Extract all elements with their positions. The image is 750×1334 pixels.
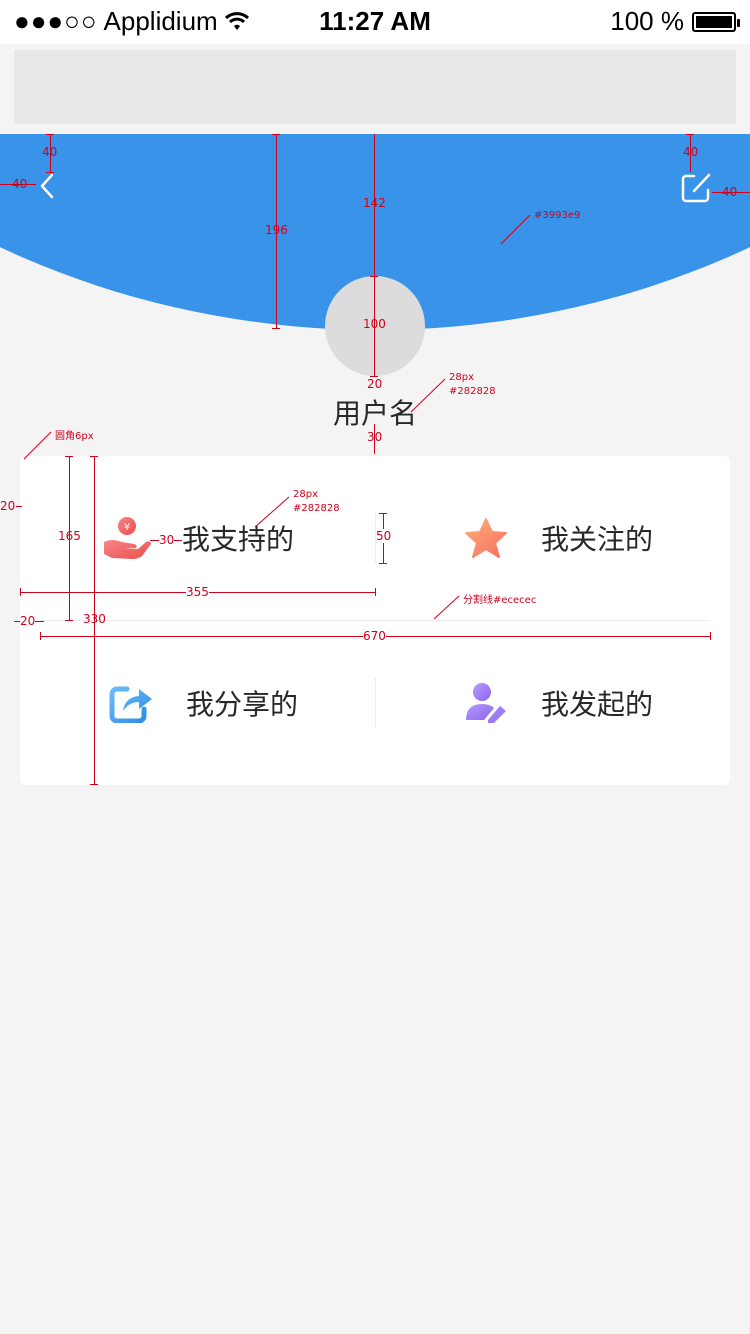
- annotation-label: 40: [12, 177, 28, 191]
- annotation-tick: [379, 513, 387, 514]
- annotation-label: 分割线#ececec: [463, 595, 537, 606]
- status-bar: ●●●○○ Applidium 11:27 AM 100 %: [0, 0, 750, 44]
- back-arrow-icon[interactable]: [36, 172, 60, 200]
- menu-item-label: 我分享的: [186, 688, 299, 721]
- annotation-arrow: [433, 595, 460, 620]
- support-coin-hand-icon: ¥: [102, 513, 152, 563]
- annotation-label: 圆角6px: [55, 431, 94, 442]
- annotation-tick: [65, 620, 73, 621]
- menu-item-initiated[interactable]: 我发起的: [375, 621, 730, 785]
- annotation-label: 100: [363, 317, 386, 331]
- annotation-label: 28px: [449, 372, 474, 383]
- annotation-tick: [90, 456, 98, 457]
- share-icon: [106, 678, 156, 728]
- annotation-label: 330: [83, 612, 106, 626]
- annotation-tick: [710, 632, 711, 640]
- annotation-label: #282828: [293, 503, 340, 514]
- username: 用户名: [332, 397, 417, 430]
- annotation-tick: [272, 134, 280, 135]
- star-icon: [461, 513, 511, 563]
- user-edit-icon: [461, 678, 511, 728]
- annotation-tick: [90, 784, 98, 785]
- annotation-label: #3993e9: [534, 210, 581, 221]
- annotation-label: 40: [683, 145, 699, 159]
- annotation-arrow: [500, 214, 531, 245]
- status-right: 100 %: [610, 6, 740, 37]
- annotation-line: [16, 506, 22, 507]
- annotation-label: #282828: [449, 386, 496, 397]
- annotation-label: 196: [265, 223, 288, 237]
- annotation-label: 40: [42, 145, 58, 159]
- annotation-label: 50: [376, 529, 392, 543]
- browser-address-bar[interactable]: [14, 50, 736, 124]
- annotation-tick: [686, 134, 694, 135]
- annotation-label: 20: [367, 377, 383, 391]
- annotation-tick: [46, 134, 54, 135]
- annotation-label: 30: [159, 533, 175, 547]
- annotation-arrow: [23, 431, 52, 460]
- menu-item-label: 我关注的: [541, 523, 654, 556]
- annotation-label: 40: [722, 185, 738, 199]
- svg-text:¥: ¥: [124, 522, 130, 533]
- annotation-tick: [65, 456, 73, 457]
- annotation-tick: [375, 588, 376, 596]
- annotation-label: 20: [20, 614, 36, 628]
- annotation-tick: [20, 588, 21, 596]
- annotation-label: 142: [363, 196, 386, 210]
- annotation-tick: [40, 632, 41, 640]
- annotation-arrow: [254, 496, 290, 528]
- annotation-label: 165: [58, 529, 81, 543]
- battery-percentage: 100 %: [610, 6, 684, 36]
- annotation-label: 30: [367, 430, 383, 444]
- annotation-tick: [46, 172, 54, 173]
- annotation-label: 355: [186, 585, 209, 599]
- menu-item-followed[interactable]: 我关注的: [375, 456, 730, 620]
- annotation-label: 670: [363, 629, 386, 643]
- menu-card: ¥ 我支持的 我关注的 我分享的 我发起的: [20, 456, 730, 785]
- battery-icon: [692, 11, 740, 32]
- annotation-label: 20: [0, 499, 16, 513]
- menu-item-label: 我发起的: [541, 688, 654, 721]
- annotation-tick: [379, 563, 387, 564]
- annotation-label: 28px: [293, 489, 318, 500]
- edit-icon[interactable]: [680, 172, 712, 204]
- annotation-arrow: [410, 378, 446, 413]
- menu-item-shared[interactable]: 我分享的: [20, 621, 375, 785]
- battery-level-fill: [696, 15, 732, 28]
- annotation-tick: [272, 328, 280, 329]
